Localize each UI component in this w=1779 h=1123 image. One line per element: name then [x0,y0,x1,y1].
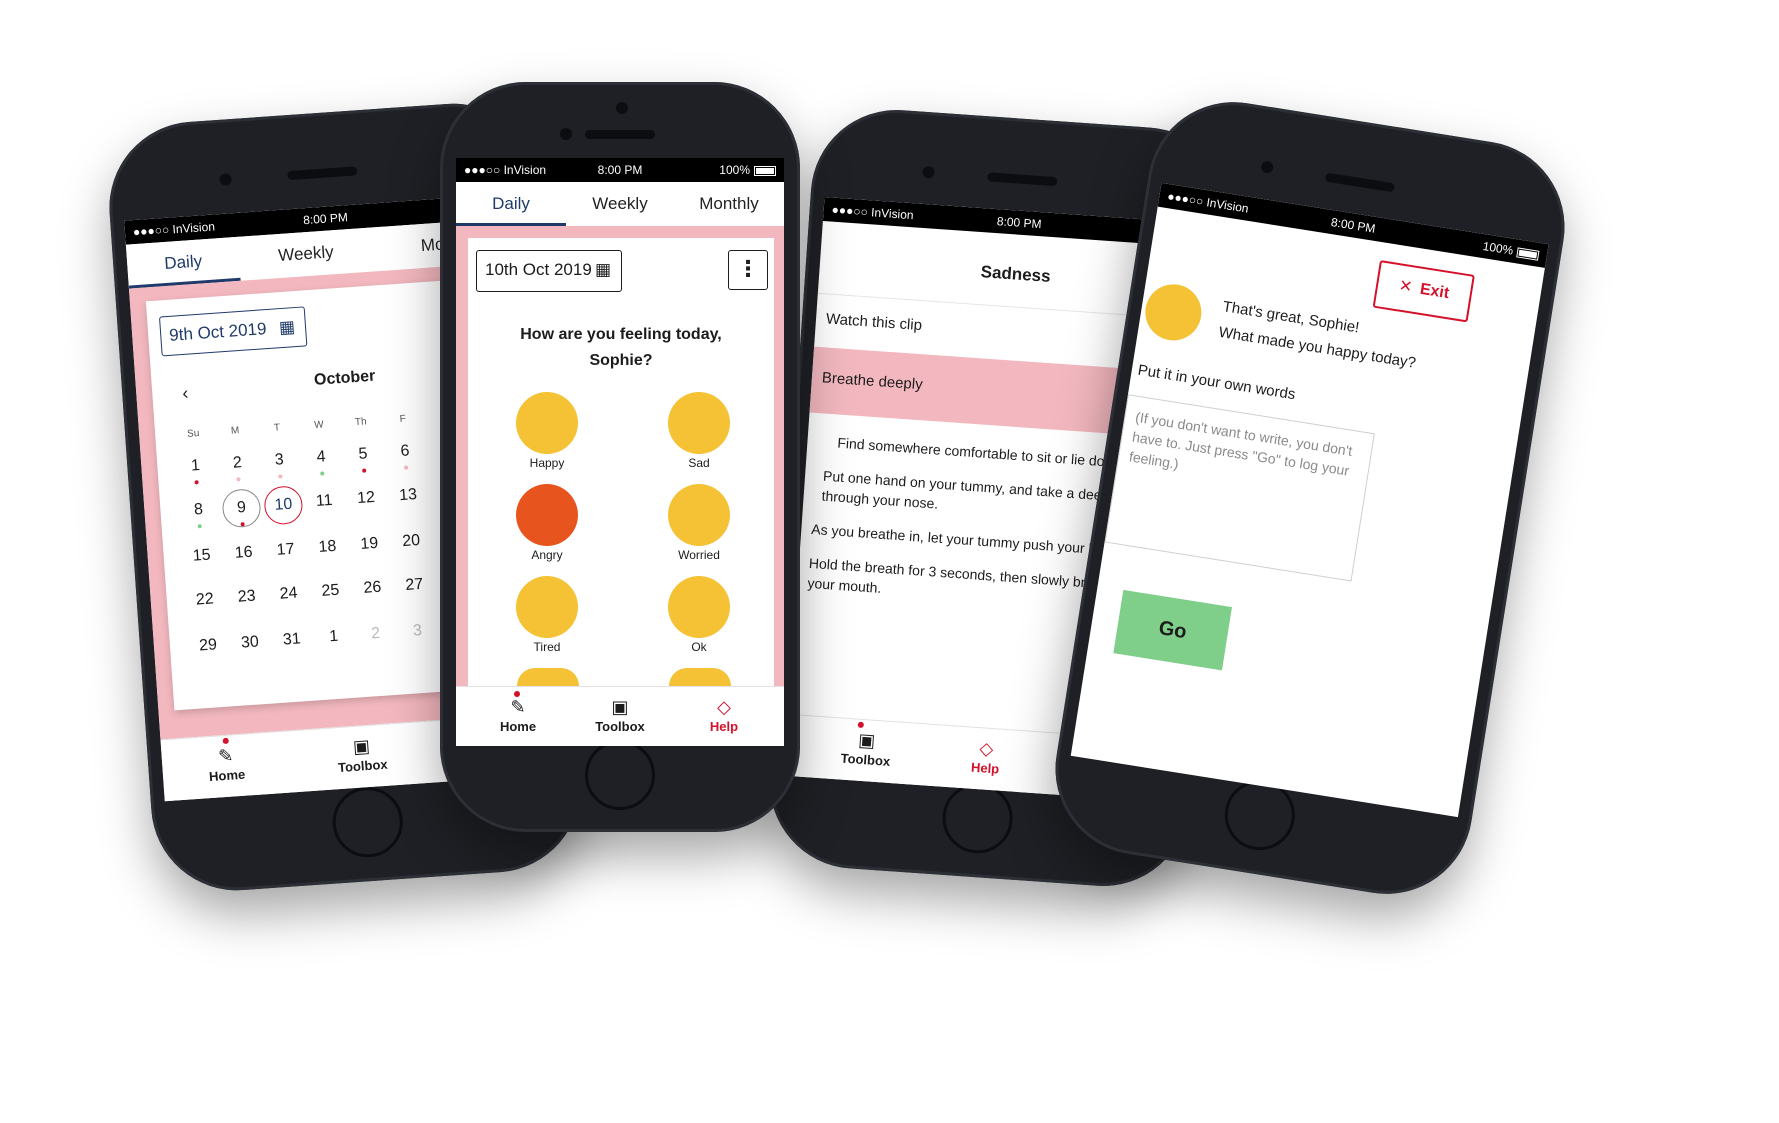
emotion-ok[interactable]: Ok [654,576,744,654]
tab-bar: Daily Weekly Monthly [456,182,784,226]
weekday-label: W [313,419,325,431]
weekday-label: M [230,425,240,437]
toolbox-icon: ▣ [611,697,629,717]
screen-happy: ●●●○○ InVision 8:00 PM 100% ✕ Exit That's… [1070,182,1549,818]
calendar-day[interactable]: 26 [353,569,391,607]
nav-toolbox[interactable]: ▣ Toolbox [815,725,917,771]
calendar-day[interactable]: 12 [347,479,385,517]
battery-icon [1516,247,1540,261]
calendar-day[interactable]: 1 [176,447,214,485]
battery-label: 100% [1481,239,1515,258]
calendar-day[interactable]: 22 [186,581,224,619]
calendar-day-next-month: 3 [412,621,423,640]
calendar-day[interactable]: 2 [218,444,256,482]
nav-toolbox[interactable]: ▣ Toolbox [570,695,670,734]
calendar-day-selected[interactable]: 9 [221,487,262,529]
feeling-textarea[interactable]: (If you don't want to write, you don't h… [1104,394,1375,582]
sad-emoji-icon [668,392,730,454]
tired-emoji-icon [516,576,578,638]
feeling-question: How are you feeling today, Sophie? [520,326,722,369]
home-button[interactable] [585,740,655,810]
screen-daily: ●●●○○ InVision 8:00 PM 100% Daily Weekly… [456,158,784,746]
nav-toolbox[interactable]: ▣ Toolbox [311,731,413,777]
weekday-label: F [399,413,407,425]
emoji-partial-icon [517,668,579,686]
calendar-day[interactable]: 29 [189,627,227,665]
home-button[interactable] [940,780,1015,856]
calendar-day-next-month: 2 [370,624,381,643]
calendar-day[interactable]: 17 [266,531,304,569]
nav-help[interactable]: ◇Help [674,695,774,734]
help-icon: ◇ [978,738,995,760]
calendar-day[interactable]: 5 [344,435,382,473]
bottom-nav: ✎Home ▣Toolbox ◇Help [456,686,784,746]
ok-emoji-icon [668,576,730,638]
emotion-worried[interactable]: Worried [654,484,744,562]
weekday-label: Th [354,416,368,429]
emotion-sad[interactable]: Sad [654,392,744,470]
calendar-day[interactable]: 3 [260,441,298,479]
calendar-day[interactable]: 20 [392,522,430,560]
help-icon: ◇ [717,697,731,717]
battery-icon [754,165,776,176]
happy-emoji-icon [1141,280,1206,345]
weekday-label: Su [186,428,200,440]
toolbox-icon: ▣ [857,729,876,751]
calendar-day[interactable]: 18 [308,528,346,566]
calendar-day[interactable]: 16 [224,534,262,572]
calendar-day[interactable]: 24 [269,575,307,613]
calendar-day[interactable]: 30 [231,624,269,662]
calendar-icon: ▦ [594,260,611,279]
nav-home[interactable]: ✎ Home [468,695,568,734]
status-bar: ●●●○○ InVision 8:00 PM 100% [1157,182,1549,268]
status-bar: ●●●○○ InVision 8:00 PM 100% [456,158,784,182]
calendar-day-today[interactable]: 10 [263,485,304,526]
go-button[interactable]: Go [1113,589,1232,671]
worried-emoji-icon [668,484,730,546]
tab-monthly[interactable]: Monthly [674,182,784,226]
tab-daily[interactable]: Daily [125,236,241,289]
input-label: Put it in your own words [1136,361,1297,404]
calendar-icon: ▦ [278,317,296,338]
battery-label: 100% [719,163,750,177]
calendar-day[interactable]: 11 [305,482,343,520]
nav-help[interactable]: ◇Help [935,733,1037,779]
toolbox-icon: ▣ [352,735,371,758]
home-icon: ✎ [217,745,234,767]
date-field[interactable]: 10th Oct 2019 ▦ [476,250,622,292]
more-options-button[interactable]: ⋮ [728,250,768,290]
calendar-day[interactable]: 27 [395,566,433,604]
angry-emoji-icon [516,484,578,546]
emotion-angry[interactable]: Angry [502,484,592,562]
calendar-day[interactable]: 25 [311,572,349,610]
home-button[interactable] [330,784,406,860]
calendar-day[interactable]: 13 [389,476,427,514]
emotion-happy[interactable]: Happy [502,392,592,470]
calendar-day[interactable]: 6 [386,432,424,470]
calendar-day[interactable]: 23 [228,578,266,616]
tab-weekly[interactable]: Weekly [566,182,674,226]
emotion-tired[interactable]: Tired [502,576,592,654]
calendar-day[interactable]: 15 [183,537,221,575]
calendar-day[interactable]: 31 [273,621,311,659]
nav-home[interactable]: ✎ Home [175,740,277,786]
calendar-day[interactable]: 4 [302,438,340,476]
home-icon: ✎ [510,697,526,717]
calendar-day[interactable]: 19 [350,525,388,563]
date-field[interactable]: 9th Oct 2019 ▦ [158,306,308,357]
tab-daily[interactable]: Daily [456,182,566,226]
question-text: What made you happy today? [1217,323,1417,372]
weekday-label: T [273,422,281,434]
calendar-day[interactable]: 1 [315,618,353,656]
phone-daily: ●●●○○ InVision 8:00 PM 100% Daily Weekly… [440,82,800,832]
exit-button[interactable]: ✕ Exit [1372,260,1475,323]
close-icon: ✕ [1397,277,1414,297]
calendar-day[interactable]: 8 [179,491,217,529]
feelings-card: 10th Oct 2019 ▦ ⋮ How are you feeling to… [468,238,774,686]
happy-emoji-icon [516,392,578,454]
emoji-partial-icon [669,668,731,686]
